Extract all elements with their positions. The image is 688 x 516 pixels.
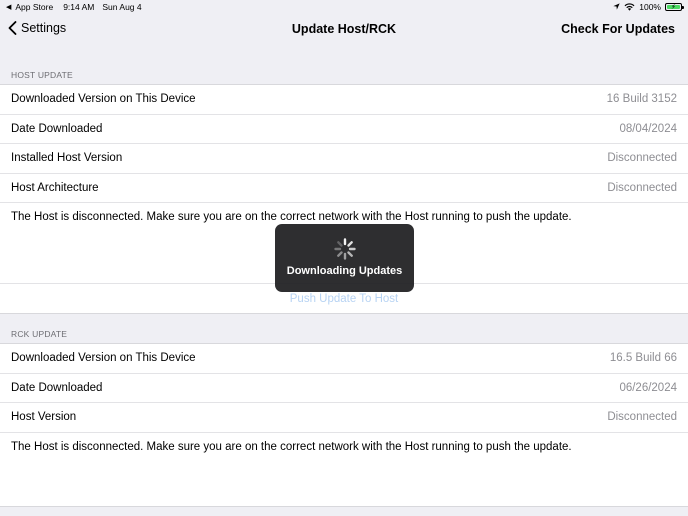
note-spacer (0, 454, 688, 506)
charging-bolt-icon: ⚡ (671, 3, 676, 11)
row-label: Date Downloaded (11, 381, 103, 394)
rck-downloaded-version-row: Downloaded Version on This Device 16.5 B… (0, 344, 688, 374)
host-architecture-row: Host Architecture Disconnected (0, 174, 688, 203)
check-for-updates-button[interactable]: Check For Updates (561, 22, 675, 36)
activity-spinner-icon (333, 238, 356, 260)
location-arrow-icon (613, 3, 620, 10)
row-value: Disconnected (607, 152, 677, 165)
host-downloaded-version-row: Downloaded Version on This Device 16 Bui… (0, 85, 688, 115)
back-button[interactable]: Settings (8, 21, 66, 35)
row-value: Disconnected (607, 181, 677, 194)
row-label: Installed Host Version (11, 152, 123, 165)
host-date-downloaded-row: Date Downloaded 08/04/2024 (0, 115, 688, 144)
loading-hud: Downloading Updates (275, 224, 414, 292)
loading-hud-label: Downloading Updates (286, 265, 403, 277)
rck-update-header: RCK UPDATE (11, 329, 68, 339)
installed-host-version-row: Installed Host Version Disconnected (0, 144, 688, 174)
battery-icon: ⚡ (665, 2, 684, 11)
back-to-app-icon[interactable]: ◀ (6, 3, 11, 11)
row-label: Host Version (11, 411, 77, 424)
row-label: Host Architecture (11, 181, 99, 194)
status-time: 9:14 AM (63, 1, 95, 12)
battery-percent: 100% (639, 1, 661, 12)
host-disconnected-note: The Host is disconnected. Make sure you … (11, 211, 572, 223)
row-label: Downloaded Version on This Device (11, 352, 196, 365)
row-label: Downloaded Version on This Device (11, 93, 196, 106)
rck-disconnected-note: The Host is disconnected. Make sure you … (11, 440, 572, 453)
status-left: ◀ App Store 9:14 AM Sun Aug 4 (6, 2, 142, 12)
row-value: 16 Build 3152 (606, 93, 677, 106)
row-value: 16.5 Build 66 (609, 352, 677, 365)
back-to-app-label[interactable]: App Store (15, 2, 53, 12)
row-value: Disconnected (607, 411, 677, 424)
rck-host-version-row: Host Version Disconnected (0, 403, 688, 433)
row-value: 08/04/2024 (619, 122, 677, 135)
chevron-left-icon (8, 21, 17, 35)
row-label: Date Downloaded (11, 122, 103, 135)
status-right: 100% ⚡ (613, 1, 684, 12)
host-update-header: HOST UPDATE (11, 70, 73, 80)
row-value: 06/26/2024 (619, 381, 677, 394)
status-date: Sun Aug 4 (102, 1, 142, 12)
rck-update-group: Downloaded Version on This Device 16.5 B… (0, 343, 688, 507)
wifi-icon (624, 2, 635, 11)
rck-date-downloaded-row: Date Downloaded 06/26/2024 (0, 374, 688, 403)
status-bar: ◀ App Store 9:14 AM Sun Aug 4 100% ⚡ (0, 0, 688, 13)
navigation-bar: Settings Update Host/RCK Check For Updat… (0, 13, 688, 47)
back-button-label: Settings (21, 21, 67, 35)
